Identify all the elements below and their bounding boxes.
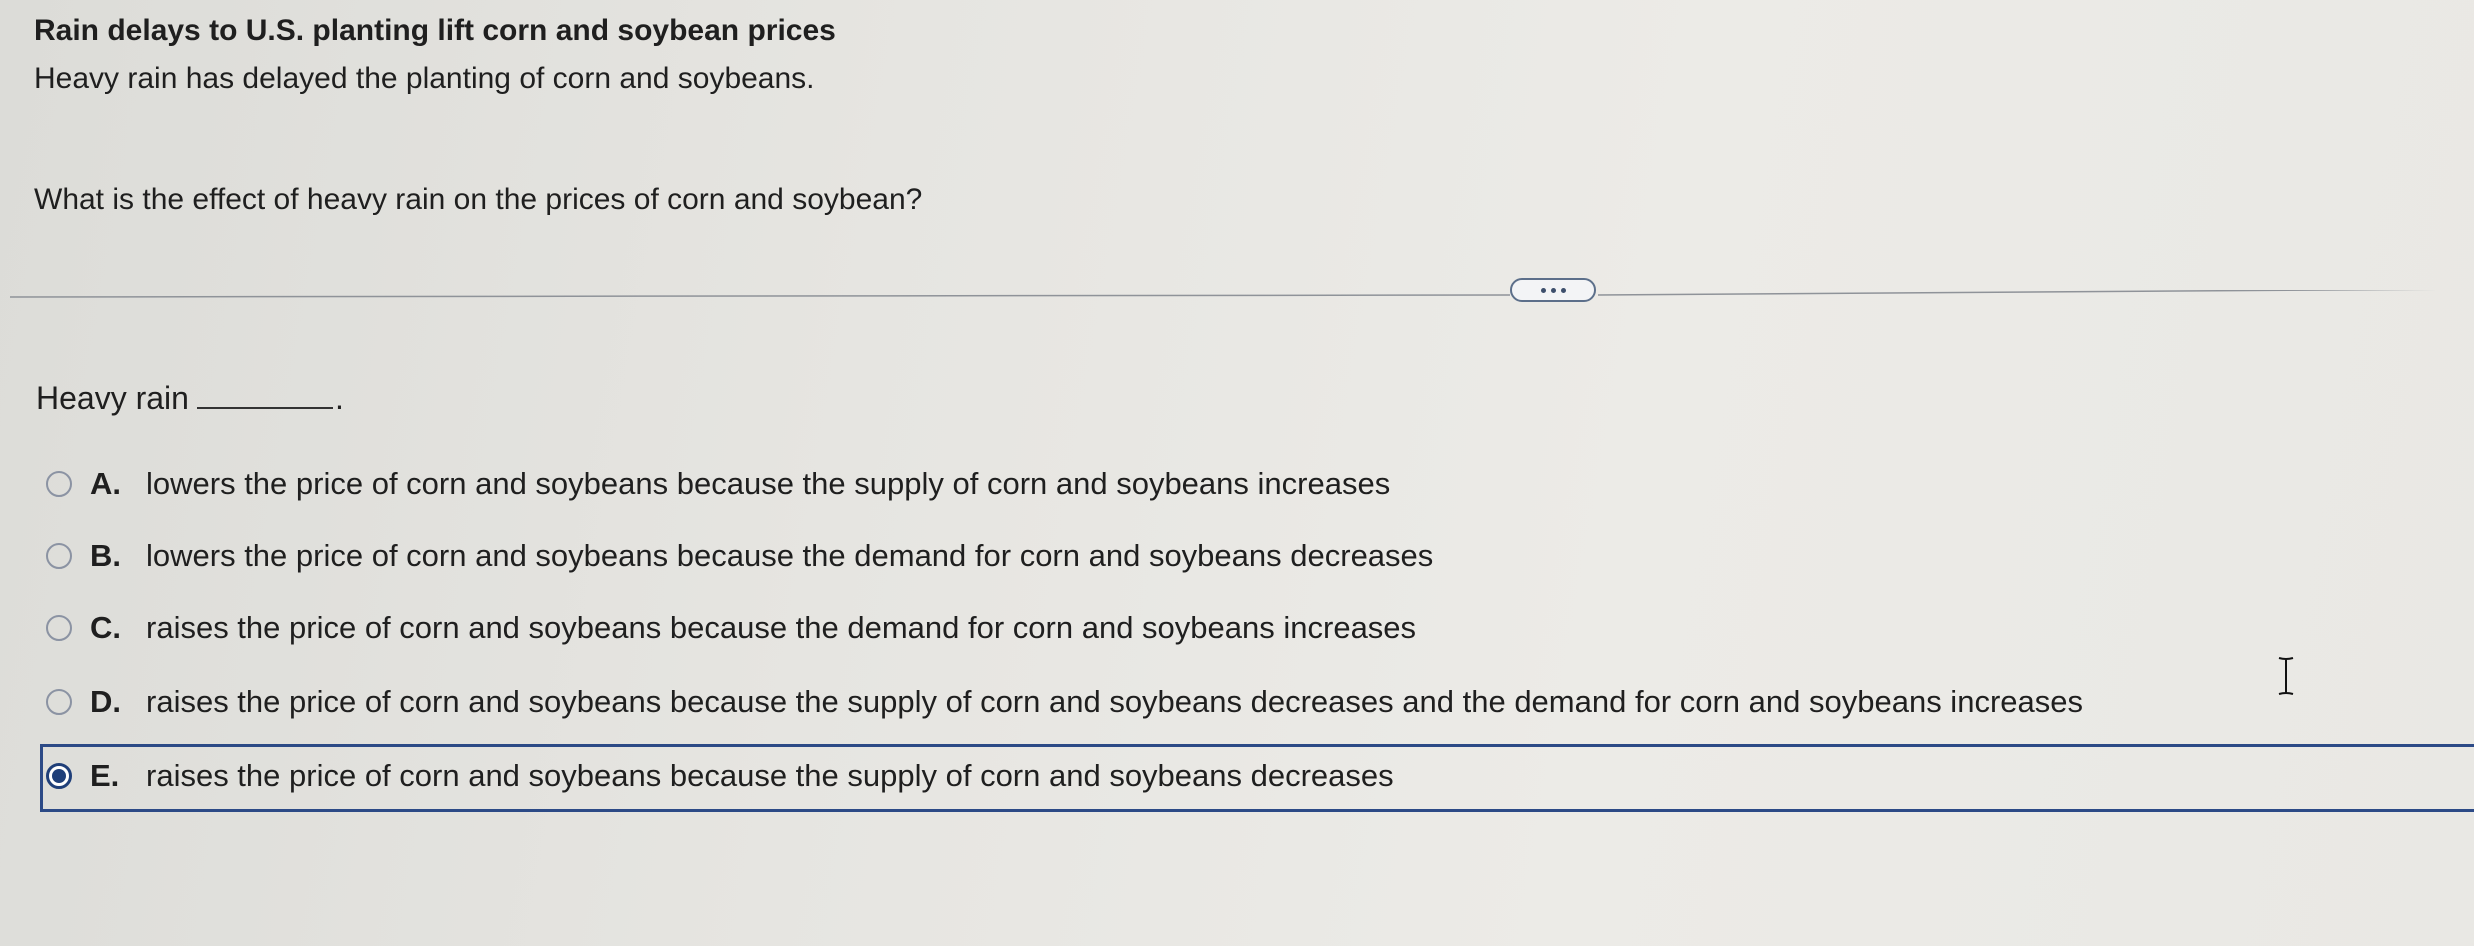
answer-blank — [196, 381, 333, 409]
radio-fill — [52, 769, 66, 783]
ellipsis-icon — [1540, 287, 1546, 293]
option-text: raises the price of corn and soybeans be… — [146, 758, 1394, 793]
option-c[interactable]: C. raises the price of corn and soybeans… — [40, 602, 1416, 654]
expand-more-button[interactable] — [1510, 278, 1596, 302]
option-letter: D. — [90, 684, 121, 719]
problem-subtitle: Heavy rain has delayed the planting of c… — [34, 62, 815, 95]
ellipsis-dot — [1560, 287, 1566, 293]
option-letter: C. — [90, 610, 121, 645]
option-e[interactable]: E. raises the price of corn and soybeans… — [40, 750, 1394, 802]
option-text: lowers the price of corn and soybeans be… — [146, 466, 1391, 501]
radio-d[interactable] — [46, 689, 72, 715]
option-letter: E. — [90, 758, 120, 793]
prompt-lead: Heavy rain — [36, 380, 189, 416]
option-letter: A. — [90, 466, 121, 501]
option-d[interactable]: D. raises the price of corn and soybeans… — [40, 676, 2083, 728]
prompt-end: . — [334, 380, 344, 416]
option-text: lowers the price of corn and soybeans be… — [146, 538, 1434, 573]
radio-e-selected[interactable] — [46, 763, 72, 789]
fill-in-prompt: Heavy rain . — [36, 380, 344, 417]
radio-b[interactable] — [46, 543, 72, 569]
radio-a[interactable] — [46, 471, 72, 497]
option-letter: B. — [90, 538, 121, 573]
ellipsis-dot — [1550, 287, 1556, 293]
section-divider — [10, 290, 2474, 304]
text-cursor-icon — [2276, 656, 2296, 696]
radio-c[interactable] — [46, 615, 72, 641]
problem-title: Rain delays to U.S. planting lift corn a… — [34, 14, 836, 47]
option-b[interactable]: B. lowers the price of corn and soybeans… — [40, 530, 1433, 582]
option-text: raises the price of corn and soybeans be… — [146, 684, 2083, 719]
option-text: raises the price of corn and soybeans be… — [146, 610, 1417, 645]
question-text: What is the effect of heavy rain on the … — [34, 183, 923, 216]
option-a[interactable]: A. lowers the price of corn and soybeans… — [40, 458, 1390, 510]
